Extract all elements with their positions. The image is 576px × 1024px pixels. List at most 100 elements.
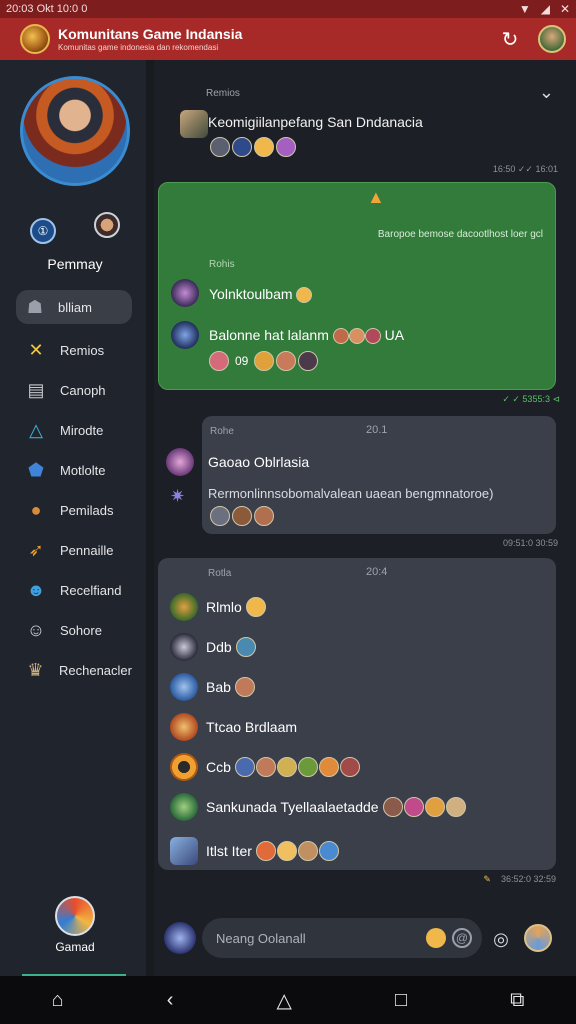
message-field[interactable]: @ — [202, 918, 482, 958]
reaction-emoji-icon[interactable] — [276, 351, 297, 371]
app-titles: Komunitans Game Indansia Komunitas game … — [58, 26, 496, 52]
sidebar-item-label: Recelfiand — [60, 582, 122, 598]
sidebar-item-label: Remios — [60, 342, 105, 358]
sidebar-item-label: Sohore — [60, 622, 102, 638]
composer-avatar[interactable] — [164, 922, 196, 954]
triangle-icon: △ — [29, 419, 43, 440]
list-item[interactable]: Bab — [170, 672, 256, 702]
sender-avatar[interactable] — [171, 279, 199, 307]
reaction-emoji-icon[interactable] — [210, 137, 230, 157]
sender-avatar[interactable] — [170, 837, 198, 865]
sidebar-item-pemilads[interactable]: ● Pemilads — [16, 490, 132, 530]
screenshot-icon[interactable]: ⧉ — [510, 989, 524, 1012]
list-item[interactable]: Ccb — [170, 752, 361, 782]
sidebar-item-mirodte[interactable]: △ Mirodte — [16, 410, 132, 450]
sidebar-item-label: Motlolte — [60, 462, 106, 478]
list-item[interactable]: Ddb — [170, 632, 257, 662]
user-avatar[interactable] — [538, 25, 566, 53]
sender-avatar[interactable] — [171, 321, 199, 349]
message-input[interactable] — [216, 930, 426, 946]
sidebar-item-motlolte[interactable]: ⬟ Motlolte — [16, 450, 132, 490]
sidebar-item-recelfiand[interactable]: ☻ Recelfiand — [16, 570, 132, 610]
sender-avatar[interactable] — [170, 793, 198, 821]
sidebar-item-canoph[interactable]: ▤ Canoph — [16, 370, 132, 410]
emoji-icon — [318, 841, 339, 861]
sidebar-item-home[interactable]: ☗ blliam — [16, 290, 132, 324]
emoji-icon — [245, 597, 266, 617]
battery-icon: ✕ — [559, 2, 570, 16]
sender-avatar[interactable] — [180, 110, 208, 138]
ghost-icon: ☻ — [26, 579, 46, 600]
store-icon: ▤ — [27, 379, 45, 400]
cookie-icon: ● — [30, 499, 42, 520]
reaction-emoji-icon[interactable] — [210, 506, 230, 526]
game-share-icon[interactable] — [524, 924, 552, 952]
reaction-emoji-icon[interactable] — [254, 351, 275, 371]
warning-icon: ▲ — [367, 187, 385, 207]
sidebar-game-shortcut[interactable]: Gamad — [0, 896, 150, 954]
list-item[interactable]: Sankunada Tyellaalaetadde — [170, 792, 467, 822]
list-item-text: Ccb — [206, 759, 231, 775]
recents-icon[interactable]: □ — [395, 989, 407, 1012]
home-icon[interactable]: △ — [277, 988, 292, 1013]
reaction-emoji-icon[interactable] — [232, 137, 252, 157]
chat-message[interactable]: Rohe 20.1 Gaoao Oblrlasia Rermonlinnsobo… — [202, 416, 556, 534]
emoji-icon — [339, 757, 360, 777]
reaction-row: 09 — [209, 351, 319, 371]
sender-avatar[interactable] — [170, 713, 198, 741]
list-item-text: Itlst Iter — [206, 843, 252, 859]
message-text: Keomigiilanpefang San Dndanacia — [208, 114, 423, 130]
pin-icon: ✎ — [483, 874, 491, 884]
reaction-emoji-icon[interactable] — [232, 506, 252, 526]
sender-avatar[interactable] — [166, 448, 194, 476]
emoji-icon — [297, 757, 318, 777]
message-composer: @ ◎ — [154, 908, 576, 968]
mention-icon[interactable]: @ — [452, 928, 472, 948]
refresh-icon[interactable]: ↻ — [496, 25, 524, 53]
chevron-down-icon[interactable]: ⌄ — [539, 82, 554, 103]
sender-avatar[interactable] — [170, 593, 198, 621]
home-icon: ☗ — [26, 296, 44, 317]
sidebar-item-remios[interactable]: ✕ Remios — [16, 330, 132, 370]
status-icons: ▼ ◢ ✕ — [519, 2, 570, 16]
message-tag: Rohis — [209, 259, 235, 270]
reaction-emoji-icon[interactable] — [298, 351, 319, 371]
list-item-text: Ttcao Brdlaam — [206, 719, 298, 735]
chat-message-list: Rotla 20:4 Rlmlo Ddb Bab Ttcao Brdlaam C… — [158, 558, 556, 870]
sender-avatar[interactable] — [170, 753, 198, 781]
sidebar-item-pennaille[interactable]: ➶ Pennaille — [16, 530, 132, 570]
list-item-text: Rlmlo — [206, 599, 242, 615]
sender-avatar[interactable] — [170, 673, 198, 701]
sidebar-divider — [146, 60, 154, 976]
profile-avatar[interactable] — [20, 76, 130, 186]
emoji-icon — [276, 757, 297, 777]
sidebar-item-rechenacler[interactable]: ♛ Rechenacler — [16, 650, 132, 690]
game-logo-icon — [55, 896, 95, 936]
reaction-emoji-icon[interactable] — [276, 137, 296, 157]
sender-avatar[interactable] — [170, 633, 198, 661]
app-title: Komunitans Game Indansia — [58, 26, 243, 42]
chat-message[interactable]: Remios ⌄ Keomigiilanpefang San Dndanacia… — [166, 80, 558, 180]
trophy-icon: ♛ — [27, 659, 44, 680]
list-item[interactable]: Itlst Iter — [170, 836, 340, 866]
reaction-emoji-icon[interactable] — [254, 137, 274, 157]
back-icon[interactable]: ‹ — [167, 989, 174, 1012]
status-bar: 20:03 Okt 10:0 0 ▼ ◢ ✕ — [0, 0, 576, 18]
list-item[interactable]: Rlmlo — [170, 592, 267, 622]
sidebar-item-label: blliam — [58, 299, 92, 315]
chat-area: Remios ⌄ Keomigiilanpefang San Dndanacia… — [154, 60, 576, 976]
emoji-picker-icon[interactable] — [426, 928, 446, 948]
message-date: 20.1 — [366, 424, 388, 436]
list-item[interactable]: Ttcao Brdlaam — [170, 712, 301, 742]
reaction-emoji-icon[interactable] — [254, 506, 274, 526]
reaction-emoji-icon[interactable] — [209, 351, 229, 371]
reaction-count: 09 — [235, 354, 249, 368]
list-item-text: Ddb — [206, 639, 232, 655]
gallery-icon[interactable]: ⌂ — [52, 989, 64, 1012]
sidebar-item-sohore[interactable]: ☺ Sohore — [16, 610, 132, 650]
signal-icon: ◢ — [540, 2, 550, 16]
voice-icon[interactable]: ◎ — [490, 928, 512, 950]
emoji-icon — [332, 328, 349, 345]
highlighted-message[interactable]: ▲ Baropoe bemose dacootlhost loer gcl Ro… — [158, 182, 556, 390]
emoji-icon — [255, 841, 276, 861]
